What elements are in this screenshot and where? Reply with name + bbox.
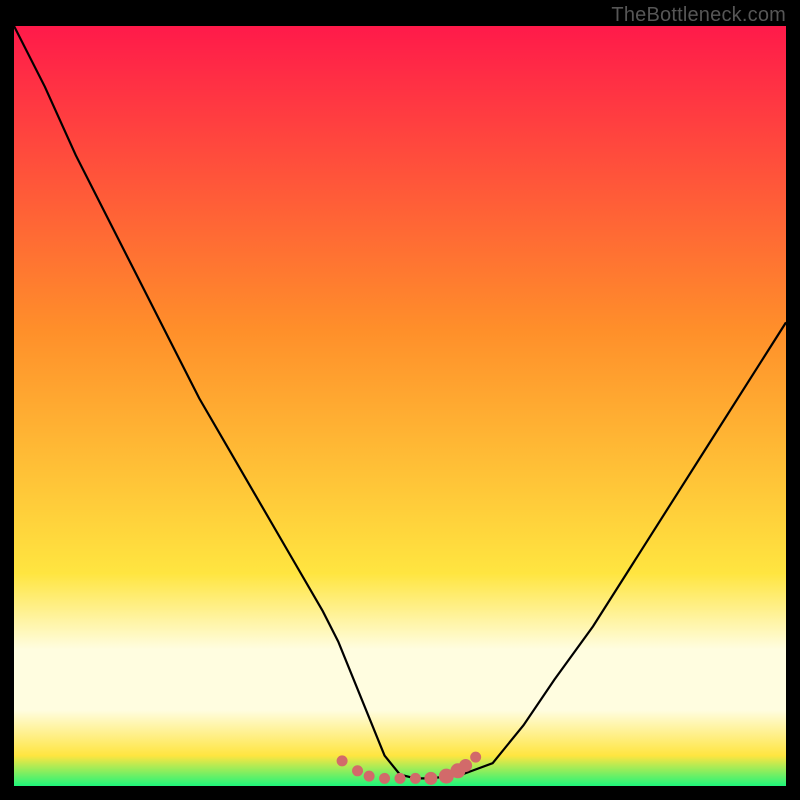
chart-frame: TheBottleneck.com — [0, 0, 800, 800]
marker-point — [353, 766, 363, 776]
bottleneck-chart — [14, 26, 786, 786]
gradient-background — [14, 26, 786, 786]
marker-point — [460, 759, 472, 771]
marker-point — [410, 773, 420, 783]
watermark-text: TheBottleneck.com — [611, 4, 786, 27]
marker-point — [471, 752, 481, 762]
plot-area — [14, 26, 786, 786]
marker-point — [425, 772, 437, 784]
marker-point — [364, 771, 374, 781]
marker-point — [395, 773, 405, 783]
marker-point — [380, 773, 390, 783]
marker-point — [337, 756, 347, 766]
